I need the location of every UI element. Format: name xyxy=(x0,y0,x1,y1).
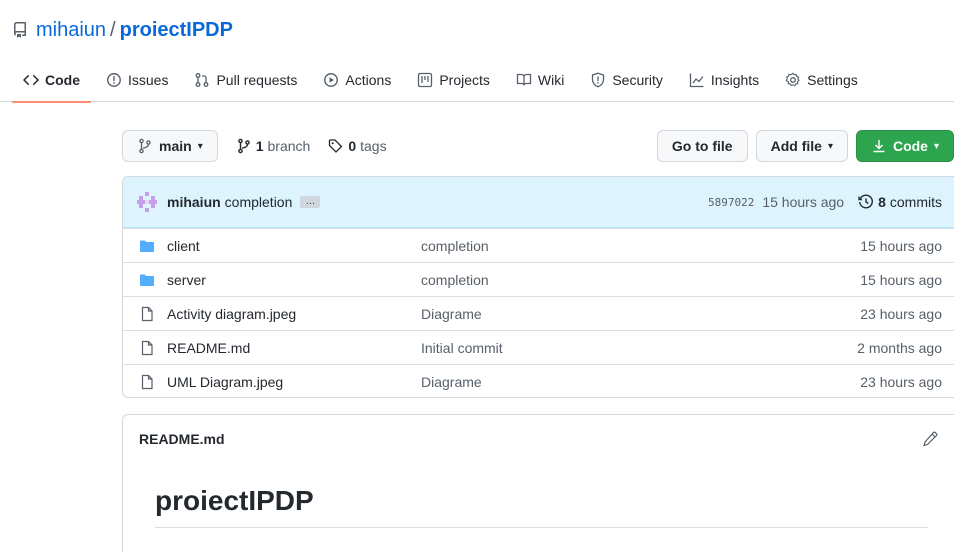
repo-title: mihaiun / proiectIPDP xyxy=(12,18,233,42)
tab-label: Actions xyxy=(345,72,392,88)
file-row-uml-diagram[interactable]: UML Diagram.jpeg Diagrame 23 hours ago xyxy=(123,364,954,397)
tab-label: Insights xyxy=(710,72,760,88)
file-age: 23 hours ago xyxy=(860,373,942,390)
tag-count: 0 xyxy=(348,138,357,154)
commit-ellipsis-button[interactable]: … xyxy=(300,196,321,208)
commit-time: 15 hours ago xyxy=(762,194,845,210)
repo-tabs: Code Issues Pull requests Actions Projec… xyxy=(0,58,954,103)
book-icon xyxy=(516,72,532,88)
branch-select-button[interactable]: main ▾ xyxy=(122,130,218,162)
code-icon xyxy=(23,72,39,88)
readme-filename: README.md xyxy=(139,431,225,447)
tab-label: Settings xyxy=(807,72,858,88)
tab-projects[interactable]: Projects xyxy=(406,58,501,102)
readme-header: README.md xyxy=(123,415,954,463)
tab-label: Issues xyxy=(128,72,169,88)
tab-label: Projects xyxy=(439,72,490,88)
tab-code[interactable]: Code xyxy=(12,58,91,103)
chevron-down-icon: ▾ xyxy=(933,140,939,152)
file-icon xyxy=(139,340,155,356)
folder-icon xyxy=(139,238,155,254)
commit-sha-link[interactable]: 5897022 xyxy=(708,196,754,209)
commit-label: commits xyxy=(889,194,942,210)
file-toolbar: main ▾ 1 branch 0 tags Go to file Add fi… xyxy=(122,130,954,162)
code-button[interactable]: Code ▾ xyxy=(855,130,954,162)
tab-label: Security xyxy=(612,72,663,88)
tab-label: Pull requests xyxy=(216,72,298,88)
readme-heading: proiectIPDP xyxy=(155,485,928,528)
file-age: 15 hours ago xyxy=(860,271,942,288)
pull-request-icon xyxy=(194,72,210,88)
file-row-server[interactable]: server completion 15 hours ago xyxy=(123,262,954,296)
tab-label: Code xyxy=(45,72,80,88)
branch-count: 1 xyxy=(255,138,264,154)
commit-message-link[interactable]: completion xyxy=(225,194,293,210)
commits-history-link[interactable]: 8 commits xyxy=(858,194,942,210)
file-row-activity-diagram[interactable]: Activity diagram.jpeg Diagrame 23 hours … xyxy=(123,296,954,330)
file-name-link[interactable]: Activity diagram.jpeg xyxy=(167,306,421,322)
tab-insights[interactable]: Insights xyxy=(678,58,770,102)
file-commit-link[interactable]: Diagrame xyxy=(421,374,860,390)
repo-owner-link[interactable]: mihaiun xyxy=(36,19,106,42)
issue-icon xyxy=(106,72,122,88)
play-icon xyxy=(323,72,339,88)
tab-label: Wiki xyxy=(537,72,565,88)
latest-commit-bar: mihaiun completion … 5897022 15 hours ag… xyxy=(123,177,954,228)
tab-security[interactable]: Security xyxy=(579,58,674,102)
branch-name: main xyxy=(159,138,192,154)
tab-wiki[interactable]: Wiki xyxy=(505,58,575,102)
branches-link[interactable]: 1 branch xyxy=(236,138,311,154)
project-icon xyxy=(417,72,433,88)
file-age: 23 hours ago xyxy=(860,305,942,322)
file-commit-link[interactable]: Initial commit xyxy=(421,340,857,356)
add-file-button[interactable]: Add file ▾ xyxy=(755,130,848,162)
code-button-label: Code xyxy=(892,138,928,154)
file-icon xyxy=(139,374,155,390)
history-icon xyxy=(858,194,874,210)
repo-icon xyxy=(12,22,28,38)
file-name-link[interactable]: README.md xyxy=(167,340,421,356)
folder-icon xyxy=(139,272,155,288)
repo-separator: / xyxy=(110,18,116,41)
commit-meta: 5897022 15 hours ago 8 commits xyxy=(708,194,942,210)
file-commit-link[interactable]: Diagrame xyxy=(421,306,860,322)
file-name-link[interactable]: client xyxy=(167,238,421,254)
add-file-label: Add file xyxy=(770,138,822,154)
file-commit-link[interactable]: completion xyxy=(421,272,860,288)
branch-icon xyxy=(236,138,252,154)
tab-issues[interactable]: Issues xyxy=(95,58,179,102)
avatar[interactable] xyxy=(137,192,157,212)
go-to-file-button[interactable]: Go to file xyxy=(656,130,748,162)
file-list-box: mihaiun completion … 5897022 15 hours ag… xyxy=(122,176,954,398)
file-name-link[interactable]: server xyxy=(167,272,421,288)
readme-box: README.md proiectIPDP xyxy=(122,414,954,552)
tag-icon xyxy=(328,138,344,154)
tab-actions[interactable]: Actions xyxy=(312,58,402,102)
download-icon xyxy=(871,138,887,154)
repo-name-link[interactable]: proiectIPDP xyxy=(120,19,233,42)
file-age: 15 hours ago xyxy=(860,237,942,254)
file-icon xyxy=(139,306,155,322)
shield-icon xyxy=(590,72,606,88)
chevron-down-icon: ▾ xyxy=(197,140,203,152)
file-age: 2 months ago xyxy=(857,339,942,356)
commit-count: 8 xyxy=(878,194,886,210)
branch-icon xyxy=(137,138,153,154)
gear-icon xyxy=(785,72,801,88)
file-row-client[interactable]: client completion 15 hours ago xyxy=(123,228,954,262)
pencil-icon[interactable] xyxy=(922,431,938,447)
commit-author-link[interactable]: mihaiun xyxy=(167,194,221,210)
tag-label: tags xyxy=(360,138,387,154)
file-row-readme[interactable]: README.md Initial commit 2 months ago xyxy=(123,330,954,364)
graph-icon xyxy=(689,72,705,88)
tags-link[interactable]: 0 tags xyxy=(328,138,387,154)
tab-pull-requests[interactable]: Pull requests xyxy=(183,58,308,102)
file-name-link[interactable]: UML Diagram.jpeg xyxy=(167,374,421,390)
tab-settings[interactable]: Settings xyxy=(774,58,869,102)
branch-label: branch xyxy=(267,138,311,154)
readme-content: proiectIPDP xyxy=(123,463,954,528)
file-commit-link[interactable]: completion xyxy=(421,238,860,254)
chevron-down-icon: ▾ xyxy=(827,140,833,152)
